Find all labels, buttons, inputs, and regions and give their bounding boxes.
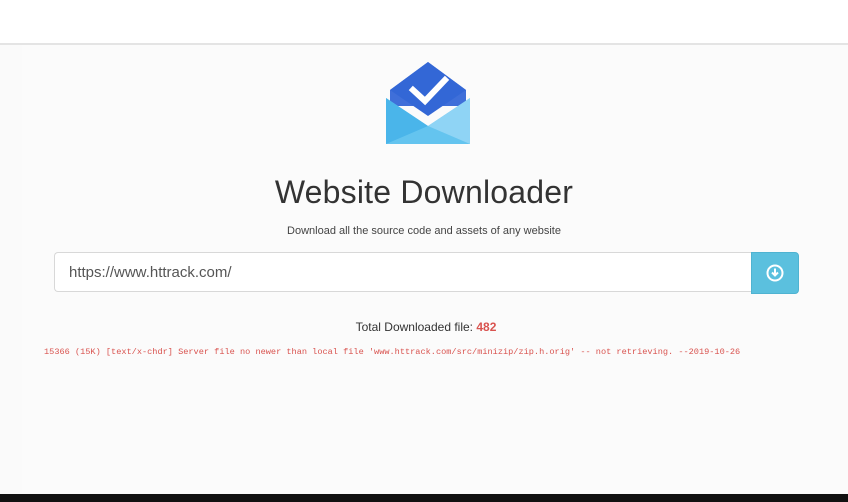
total-downloaded: Total Downloaded file: 482 <box>0 320 848 334</box>
browser-top-bar <box>0 0 848 45</box>
url-input[interactable] <box>54 252 751 292</box>
bottom-bar <box>0 494 848 502</box>
download-log-line: 15366 (15K) [text/x-chdr] Server file no… <box>44 347 741 357</box>
total-count: 482 <box>476 320 497 334</box>
total-label: Total Downloaded file: <box>355 320 477 334</box>
page-title: Website Downloader <box>274 174 574 210</box>
download-button[interactable] <box>751 252 799 294</box>
page: Website Downloader Download all the sour… <box>0 0 848 502</box>
download-circle-icon <box>766 264 784 282</box>
page-subtitle: Download all the source code and assets … <box>287 225 561 237</box>
inbox-check-icon <box>382 60 474 146</box>
